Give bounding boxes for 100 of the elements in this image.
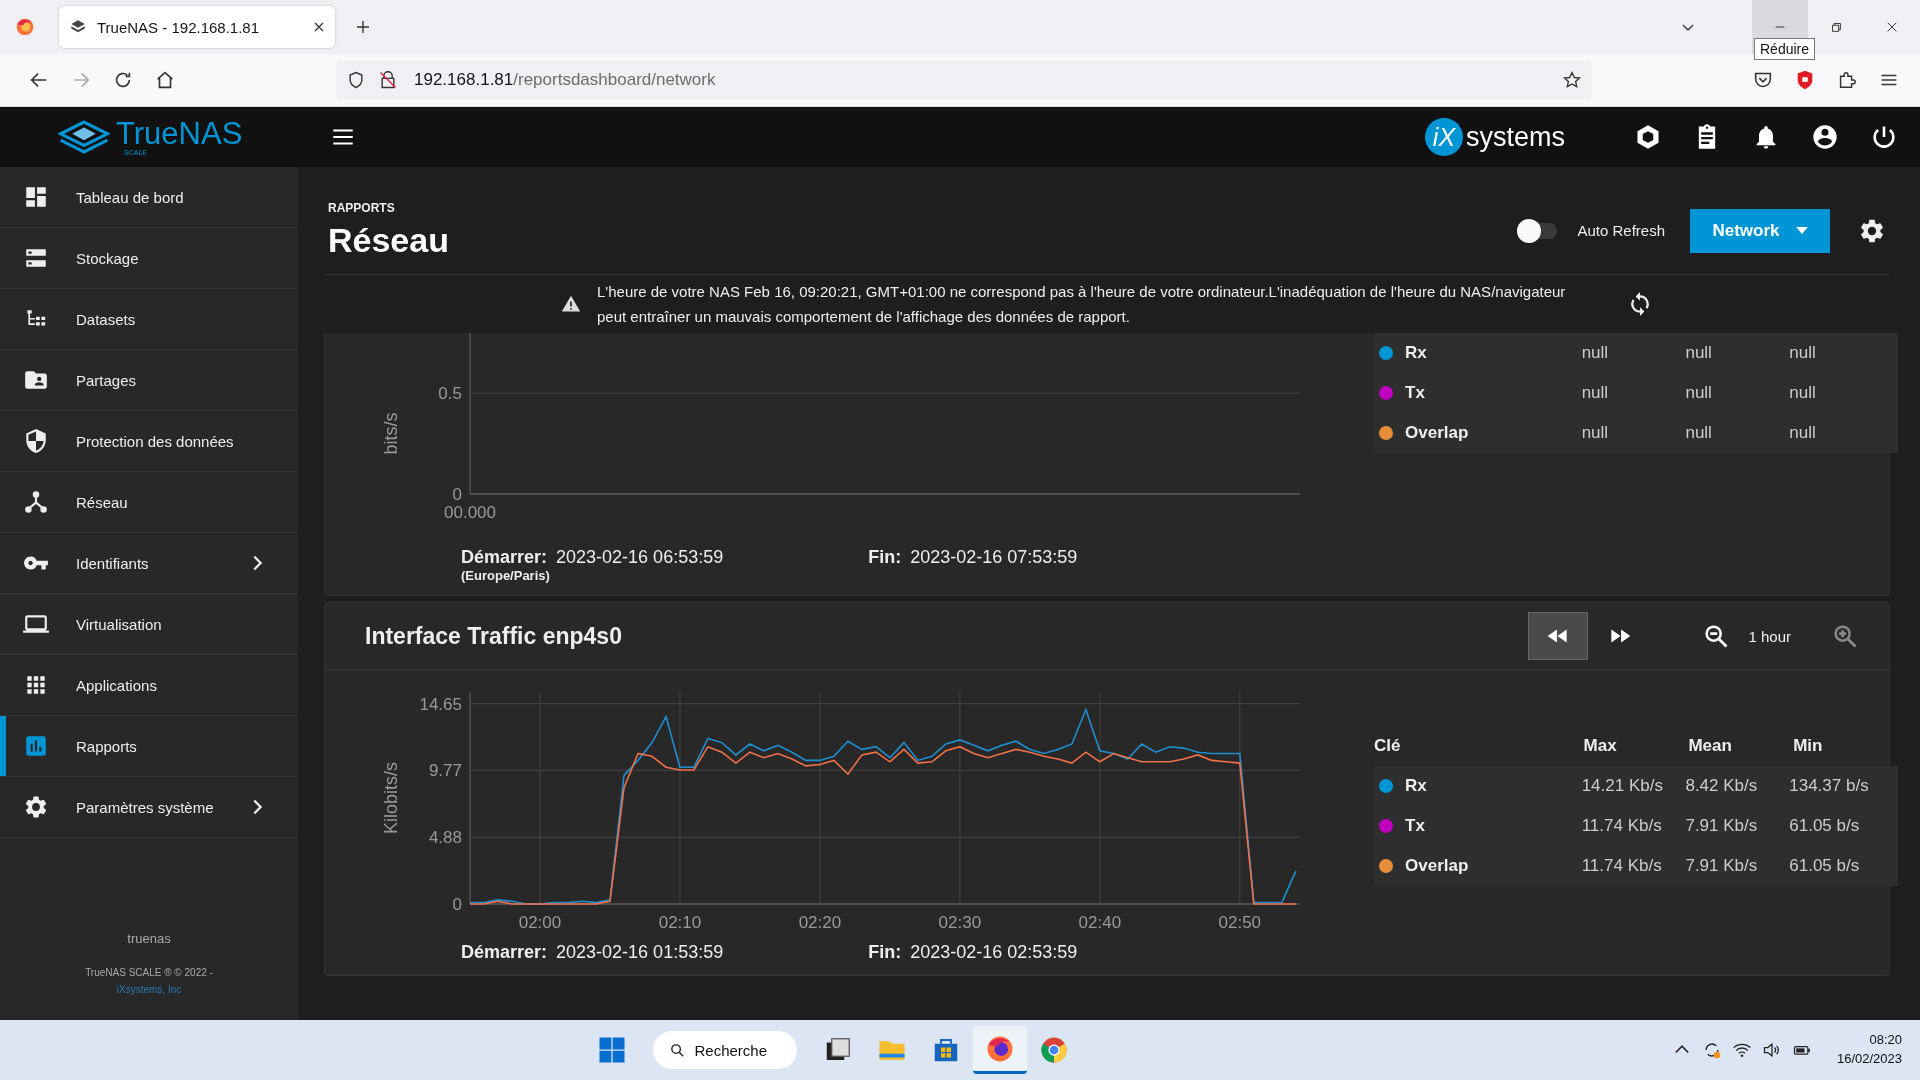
table-cell-text: 11.74 Kb/s [1581,856,1663,876]
start-icon[interactable] [597,1035,628,1065]
table-cell-text: 14.21 Kb/s [1581,776,1664,796]
warning-icon [561,294,581,314]
sidebar-item[interactable]: Virtualisation [0,594,298,655]
tooltip: Réduire [1754,38,1816,60]
shield-icon [23,428,49,454]
timezone: (Europe/Paris) [461,568,551,583]
table-cell-text: 7.91 Kb/s [1685,856,1759,876]
start-date: Démarrer: 2023-02-16 01:53:59 [461,942,724,963]
card-title: Interface Traffic enp4s0 [365,622,622,650]
axis-tick-label: 02:20 [798,913,842,932]
caret-icon [1795,227,1808,234]
gear-icon [23,794,49,820]
table-cell-text: 61.05 b/s [1789,816,1861,836]
sidebar-item[interactable]: Paramètres système [0,777,298,838]
shield-icon[interactable] [346,70,366,90]
table-cell-text: null [1789,343,1817,363]
axis-tick-label: 02:30 [938,913,982,932]
sidebar-item[interactable]: Identifiants [0,533,298,594]
table-cell-text: null [1789,423,1817,443]
new-tab-icon[interactable] [355,19,371,35]
speaker-icon[interactable] [1761,1040,1782,1060]
truenas-logo-icon[interactable] [58,120,110,154]
dashboard-icon [23,184,49,210]
axis-label: bits/s [381,412,401,455]
clock-date[interactable]: 16/02/2023 [1836,1050,1902,1069]
address-bar[interactable]: 192.168.1.81/reportsdashboard/network [336,61,1592,99]
sidebar-item[interactable]: Protection des données [0,411,298,472]
close-icon[interactable] [313,21,325,33]
column-header: Max [1583,736,1618,756]
sidebar-item[interactable]: Réseau [0,472,298,533]
end-date: Fin: 2023-02-16 02:53:59 [868,942,1078,963]
series-name: Overlap [1405,856,1469,876]
column-header: Clé [1374,736,1402,756]
browser-logo-icon[interactable] [15,17,35,37]
bar-chart-icon [23,733,49,759]
sidebar-item[interactable]: Datasets [0,289,298,350]
series-name: Rx [1405,343,1427,363]
axis-tick-label: 4.88 [428,828,462,848]
network-icon [23,489,49,515]
vendor-logo-text: systems [1466,121,1565,153]
sidebar-item[interactable]: Tableau de bord [0,167,298,228]
table-cell-text: null [1685,343,1713,363]
axis-tick-label: 02:40 [1078,913,1122,932]
series-name: Overlap [1405,423,1469,443]
search-icon [669,1041,687,1059]
table-cell-text: 11.74 Kb/s [1581,816,1663,836]
series-name: Tx [1405,816,1425,836]
table-cell-text: null [1789,383,1817,403]
table-cell-text: null [1581,423,1610,443]
page-title: Réseau [328,221,449,260]
sidebar-item[interactable]: Stockage [0,228,298,289]
zoom-in-icon[interactable] [1831,622,1859,650]
table-cell-text: null [1581,343,1610,363]
clock-time[interactable]: 08:20 [1869,1031,1902,1050]
axis-tick-label: 00.000 [444,503,496,522]
table-cell-text: 7.91 Kb/s [1685,816,1759,836]
copyright-text: TrueNAS SCALE ® © 2022 - [85,967,213,978]
axis-tick-label: 02:00 [518,913,562,932]
breadcrumb[interactable]: RAPPORTS [328,201,449,215]
axis-tick-label: 02:10 [658,913,702,932]
axis-tick-label: 0 [452,485,462,504]
close-icon [1885,20,1899,34]
table-cell-text: 134.37 b/s [1789,776,1870,796]
series-name: Tx [1405,383,1425,403]
axis-label: Kilobits/s [381,762,401,834]
logo-text: TrueNAS [116,118,243,149]
table-cell-text: 61.05 b/s [1789,856,1861,876]
vendor-logo-mark: iX [1425,118,1463,156]
sidebar-item[interactable]: Rapports [0,716,298,777]
tab-title: TrueNAS - 192.168.1.81 [97,18,261,36]
account-icon[interactable] [1811,123,1839,151]
table-cell-text: null [1685,423,1713,443]
search-field[interactable]: Recherche [653,1031,798,1069]
browser-taskbar-button[interactable] [973,1026,1028,1074]
home-icon[interactable] [154,69,176,91]
column-header: Min [1793,736,1824,756]
chrome-icon[interactable] [1039,1035,1070,1065]
restore-icon [1829,20,1843,34]
zoom-level: 1 hour [1748,627,1791,645]
star-icon[interactable] [1562,70,1582,90]
axis-tick-label: 02:50 [1218,913,1262,932]
time-mismatch-warning: L'heure de votre NAS Feb 16, 09:20:21, GMT+01:00 ne correspond pas à l'heure de votre ordinateur.L'inadéquation de l'heure du NAS/navigateur peut entraîner un mauvais comportement de l'affichage des données de rapport. [597,282,1567,327]
end-date: Fin: 2023-02-16 07:53:59 [868,547,1078,569]
series-name: Rx [1405,776,1427,796]
sidebar-item[interactable]: Partages [0,350,298,411]
rewind-button[interactable] [1528,612,1589,660]
table-cell-text: null [1581,383,1610,403]
start-date: Démarrer: 2023-02-16 06:53:59 [461,547,724,568]
table-cell-text: null [1685,383,1713,403]
browser-tab[interactable]: TrueNAS - 192.168.1.81 [59,6,335,48]
table-cell-text: 8.42 Kb/s [1685,776,1759,796]
hostname: truenas [126,931,172,946]
sidebar-item[interactable]: Applications [0,655,298,716]
axis-tick-label: 0.5 [438,384,462,404]
url-text: 192.168.1.81/reportsdashboard/network [414,70,717,90]
toggle-label: Auto Refresh [1577,222,1665,239]
axis-tick-label: 9.77 [428,761,462,781]
insecure-lock-icon[interactable] [378,70,398,90]
